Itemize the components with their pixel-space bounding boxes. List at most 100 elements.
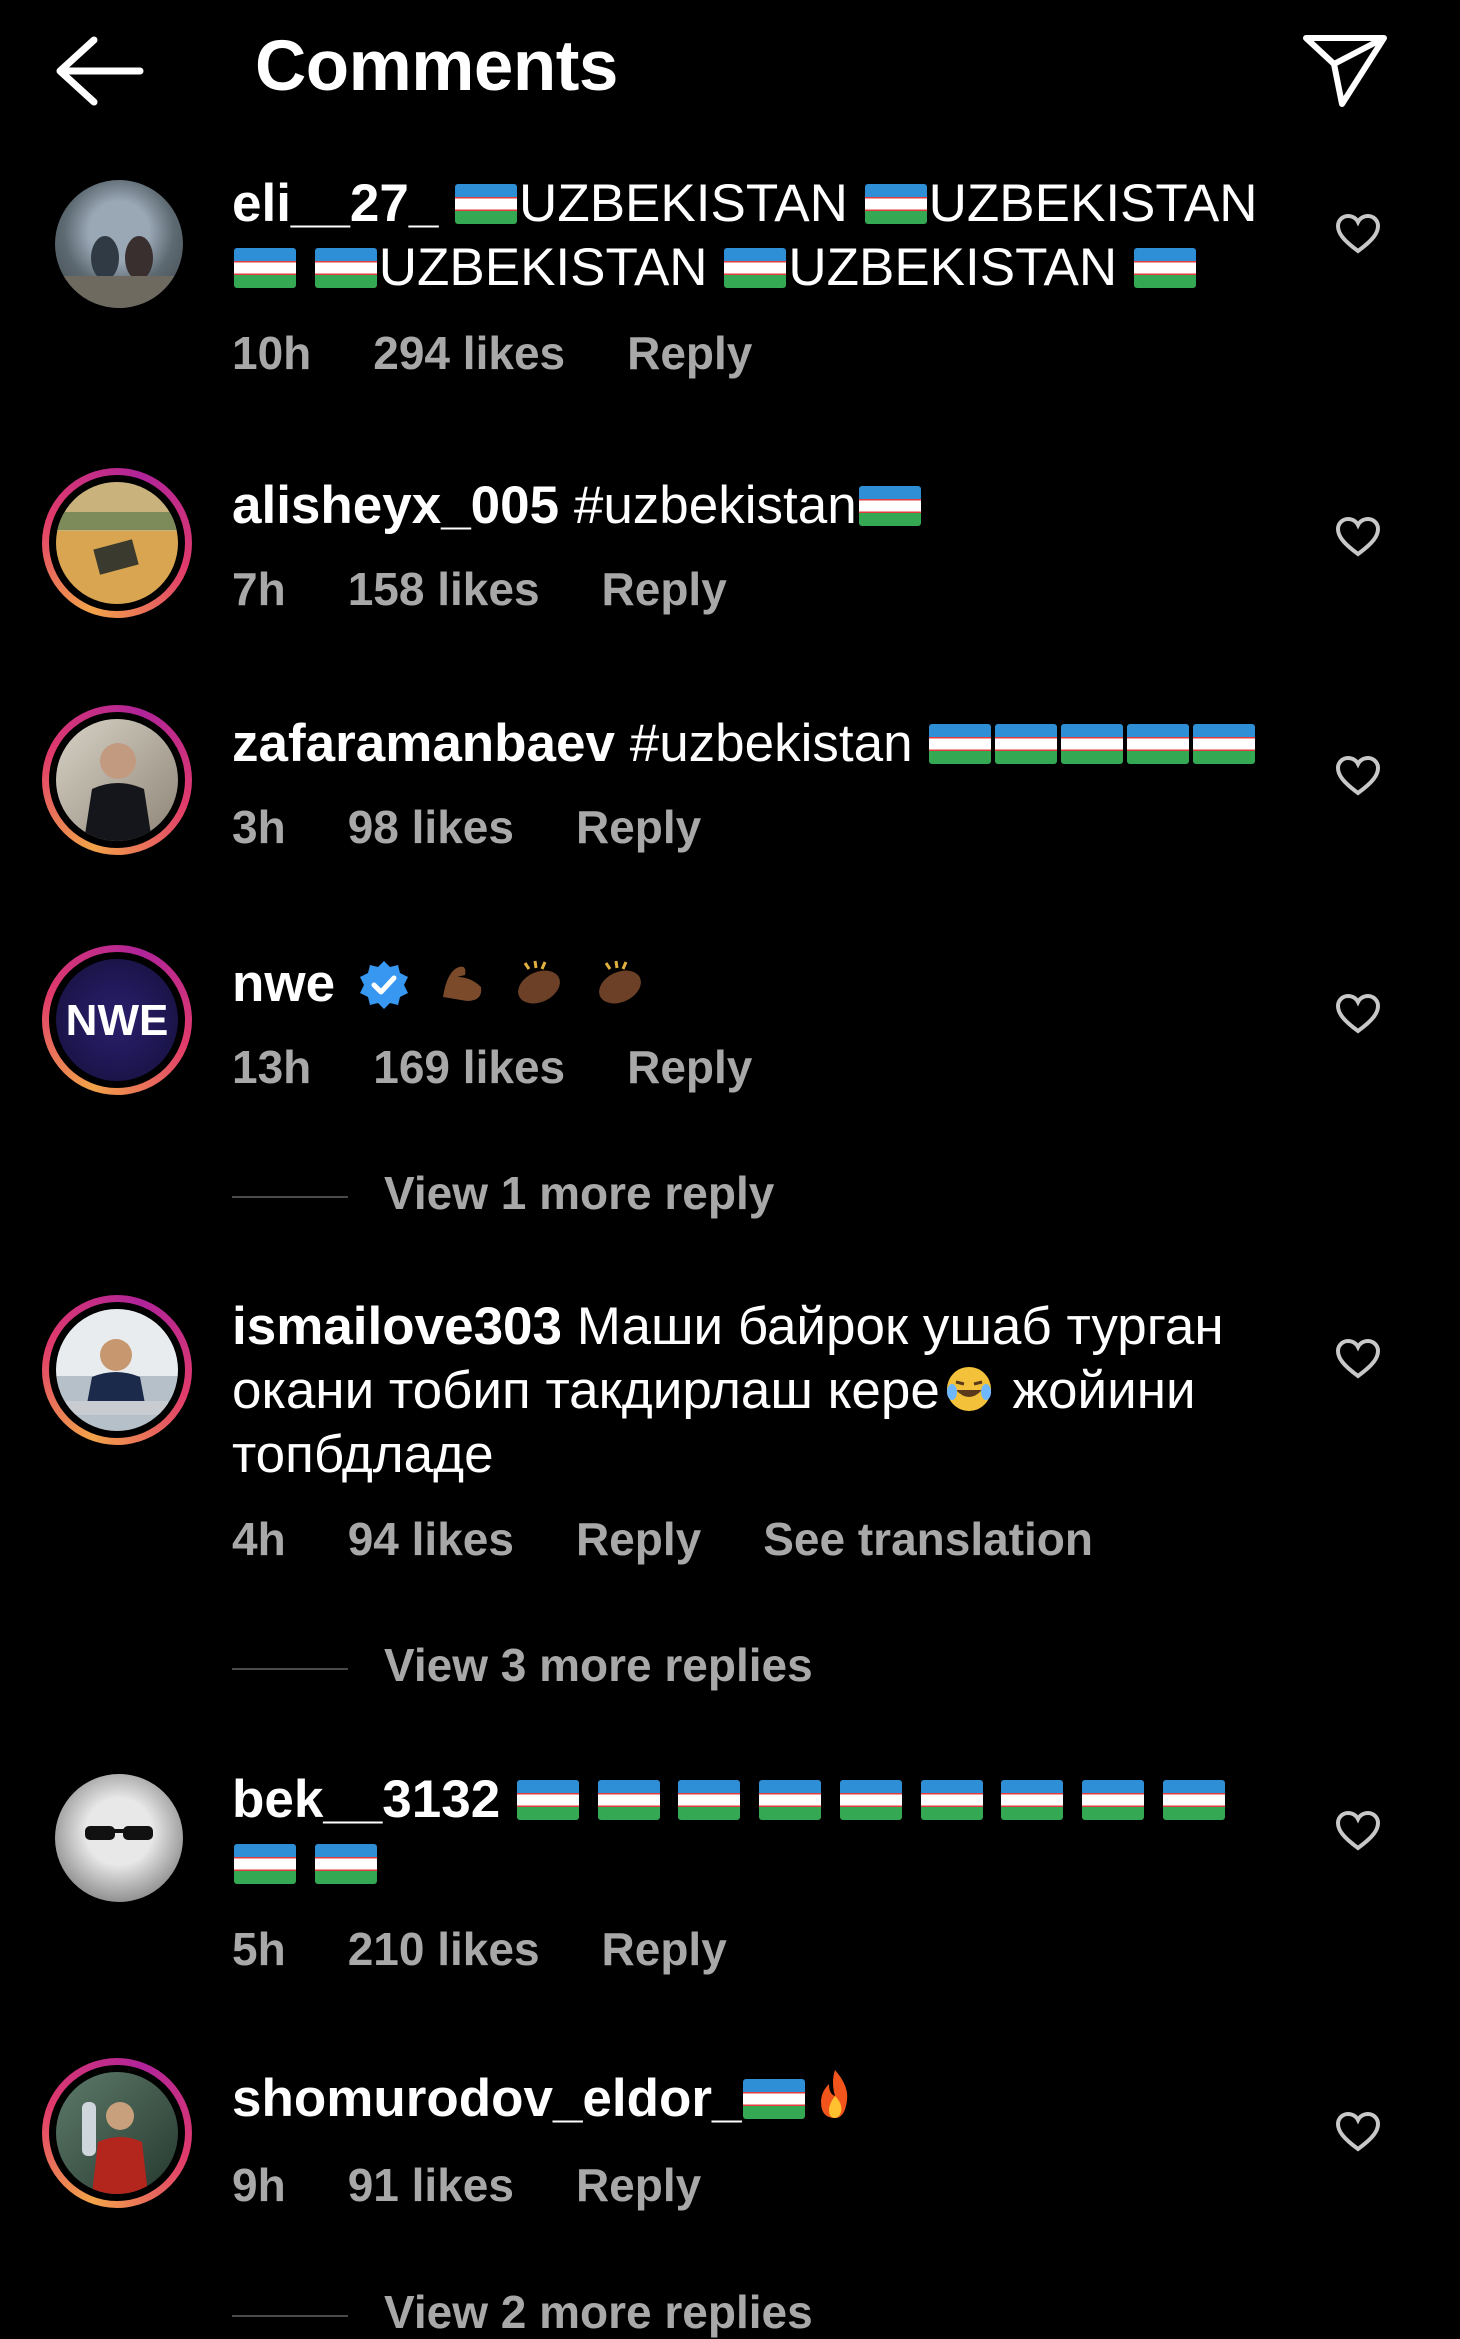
reply-button[interactable]: Reply [627, 327, 752, 379]
comment-time: 9h [232, 2159, 286, 2211]
comment-username[interactable]: nwe [232, 954, 335, 1013]
uzbekistan-flag-icon [234, 248, 296, 288]
comment-time: 3h [232, 801, 286, 853]
uzbekistan-flag-icon [1127, 724, 1190, 764]
view-replies-button[interactable]: View 3 more replies [232, 1638, 813, 1692]
comment-username[interactable]: ismailove303 [232, 1297, 562, 1356]
reply-button[interactable]: Reply [602, 1923, 727, 1975]
comment-username[interactable]: alisheyx_005 [232, 476, 559, 535]
uzbekistan-flag-icon [929, 724, 992, 764]
uzbekistan-flag-icon [1193, 724, 1256, 764]
comment-time: 4h [232, 1513, 286, 1565]
like-count[interactable]: 158 likes [348, 563, 540, 615]
uzbekistan-flag-icon [455, 184, 518, 224]
page-title: Comments [255, 27, 618, 106]
reply-button[interactable]: Reply [576, 1513, 701, 1565]
uzbekistan-flag-icon [234, 1844, 296, 1884]
divider-line [232, 1195, 348, 1198]
reply-button[interactable]: Reply [627, 1041, 752, 1093]
comment-text: #uzbekistan [573, 476, 857, 535]
arrow-left-icon[interactable] [52, 32, 144, 110]
see-translation-button[interactable]: See translation [763, 1513, 1093, 1565]
uzbekistan-flag-icon [597, 1780, 660, 1820]
view-replies-label: View 3 more replies [384, 1639, 813, 1691]
like-count[interactable]: 294 likes [373, 327, 565, 379]
avatar[interactable] [55, 1774, 183, 1902]
heart-icon[interactable] [1335, 993, 1381, 1035]
comment-body: nwe [232, 952, 1292, 1016]
uzbekistan-flag-icon [839, 1780, 902, 1820]
avatar[interactable] [42, 1295, 192, 1445]
comment-meta: 3h 98 likes Reply [232, 800, 763, 854]
comment-username[interactable]: bek__3132 [232, 1770, 500, 1829]
uzbekistan-flag-icon [1001, 1780, 1064, 1820]
clapping-hands-icon [518, 960, 561, 1004]
comment-meta: 13h 169 likes Reply [232, 1040, 814, 1094]
comment-text: UZBEKISTAN [928, 174, 1258, 233]
avatar[interactable] [55, 180, 183, 308]
comment-time: 13h [232, 1041, 312, 1093]
uzbekistan-flag-icon [314, 248, 377, 288]
avatar[interactable]: NWE [42, 945, 192, 1095]
uzbekistan-flag-icon [314, 1844, 377, 1884]
uzbekistan-flag-icon [1133, 248, 1196, 288]
uzbekistan-flag-icon [516, 1780, 579, 1820]
comment-text: UZBEKISTAN [519, 174, 848, 233]
like-count[interactable]: 98 likes [348, 801, 514, 853]
comment-body: ismailove303 Маши байрок ушаб турган ока… [232, 1295, 1292, 1487]
comment-time: 7h [232, 563, 286, 615]
paper-plane-icon[interactable] [1300, 30, 1390, 110]
comment-username[interactable]: shomurodov_eldor_ [232, 2069, 741, 2128]
svg-text:NWE: NWE [66, 996, 169, 1045]
like-count[interactable]: 210 likes [348, 1923, 540, 1975]
like-count[interactable]: 94 likes [348, 1513, 514, 1565]
heart-icon[interactable] [1335, 213, 1381, 255]
avatar[interactable] [42, 705, 192, 855]
comment-meta: 5h 210 likes Reply [232, 1922, 789, 1976]
comment-meta: 10h 294 likes Reply [232, 326, 814, 380]
heart-icon[interactable] [1335, 1338, 1381, 1380]
comment-body: alisheyx_005 #uzbekistan [232, 474, 1292, 538]
tears-of-joy-emoji-icon [946, 1367, 991, 1411]
avatar[interactable] [42, 2058, 192, 2208]
comment-meta: 9h 91 likes Reply [232, 2158, 763, 2212]
reply-button[interactable]: Reply [602, 563, 727, 615]
heart-icon[interactable] [1335, 755, 1381, 797]
comment-text: UZBEKISTAN [378, 238, 708, 297]
uzbekistan-flag-icon [1061, 724, 1124, 764]
uzbekistan-flag-icon [920, 1780, 983, 1820]
comment-body: eli__27_ UZBEKISTAN UZBEKISTAN UZBEKISTA… [232, 172, 1292, 300]
comment-text: #uzbekistan [629, 714, 913, 773]
view-replies-label: View 1 more reply [384, 1167, 775, 1219]
uzbekistan-flag-icon [743, 2079, 806, 2119]
comment-time: 10h [232, 327, 312, 379]
uzbekistan-flag-icon [1082, 1780, 1145, 1820]
reply-button[interactable]: Reply [576, 801, 701, 853]
view-replies-button[interactable]: View 2 more replies [232, 2285, 813, 2339]
uzbekistan-flag-icon [995, 724, 1058, 764]
uzbekistan-flag-icon [678, 1780, 741, 1820]
divider-line [232, 2314, 348, 2317]
fire-icon [821, 2070, 848, 2118]
like-count[interactable]: 169 likes [373, 1041, 565, 1093]
comment-body: bek__3132 [232, 1768, 1292, 1896]
heart-icon[interactable] [1335, 516, 1381, 558]
divider-line [232, 1667, 348, 1670]
uzbekistan-flag-icon [858, 486, 921, 526]
uzbekistan-flag-icon [759, 1780, 822, 1820]
uzbekistan-flag-icon [864, 184, 927, 224]
verified-badge-icon [359, 961, 408, 1009]
view-replies-button[interactable]: View 1 more reply [232, 1166, 774, 1220]
like-count[interactable]: 91 likes [348, 2159, 514, 2211]
heart-icon[interactable] [1335, 2111, 1381, 2153]
heart-icon[interactable] [1335, 1810, 1381, 1852]
comment-username[interactable]: zafaramanbaev [232, 714, 615, 773]
comment-username[interactable]: eli__27_ [232, 174, 438, 233]
comment-body: zafaramanbaev #uzbekistan [232, 712, 1292, 776]
flexed-biceps-icon [442, 966, 481, 1001]
comment-meta: 7h 158 likes Reply [232, 562, 789, 616]
clapping-hands-icon [599, 960, 641, 1004]
avatar[interactable] [42, 468, 192, 618]
reply-button[interactable]: Reply [576, 2159, 701, 2211]
uzbekistan-flag-icon [724, 248, 787, 288]
